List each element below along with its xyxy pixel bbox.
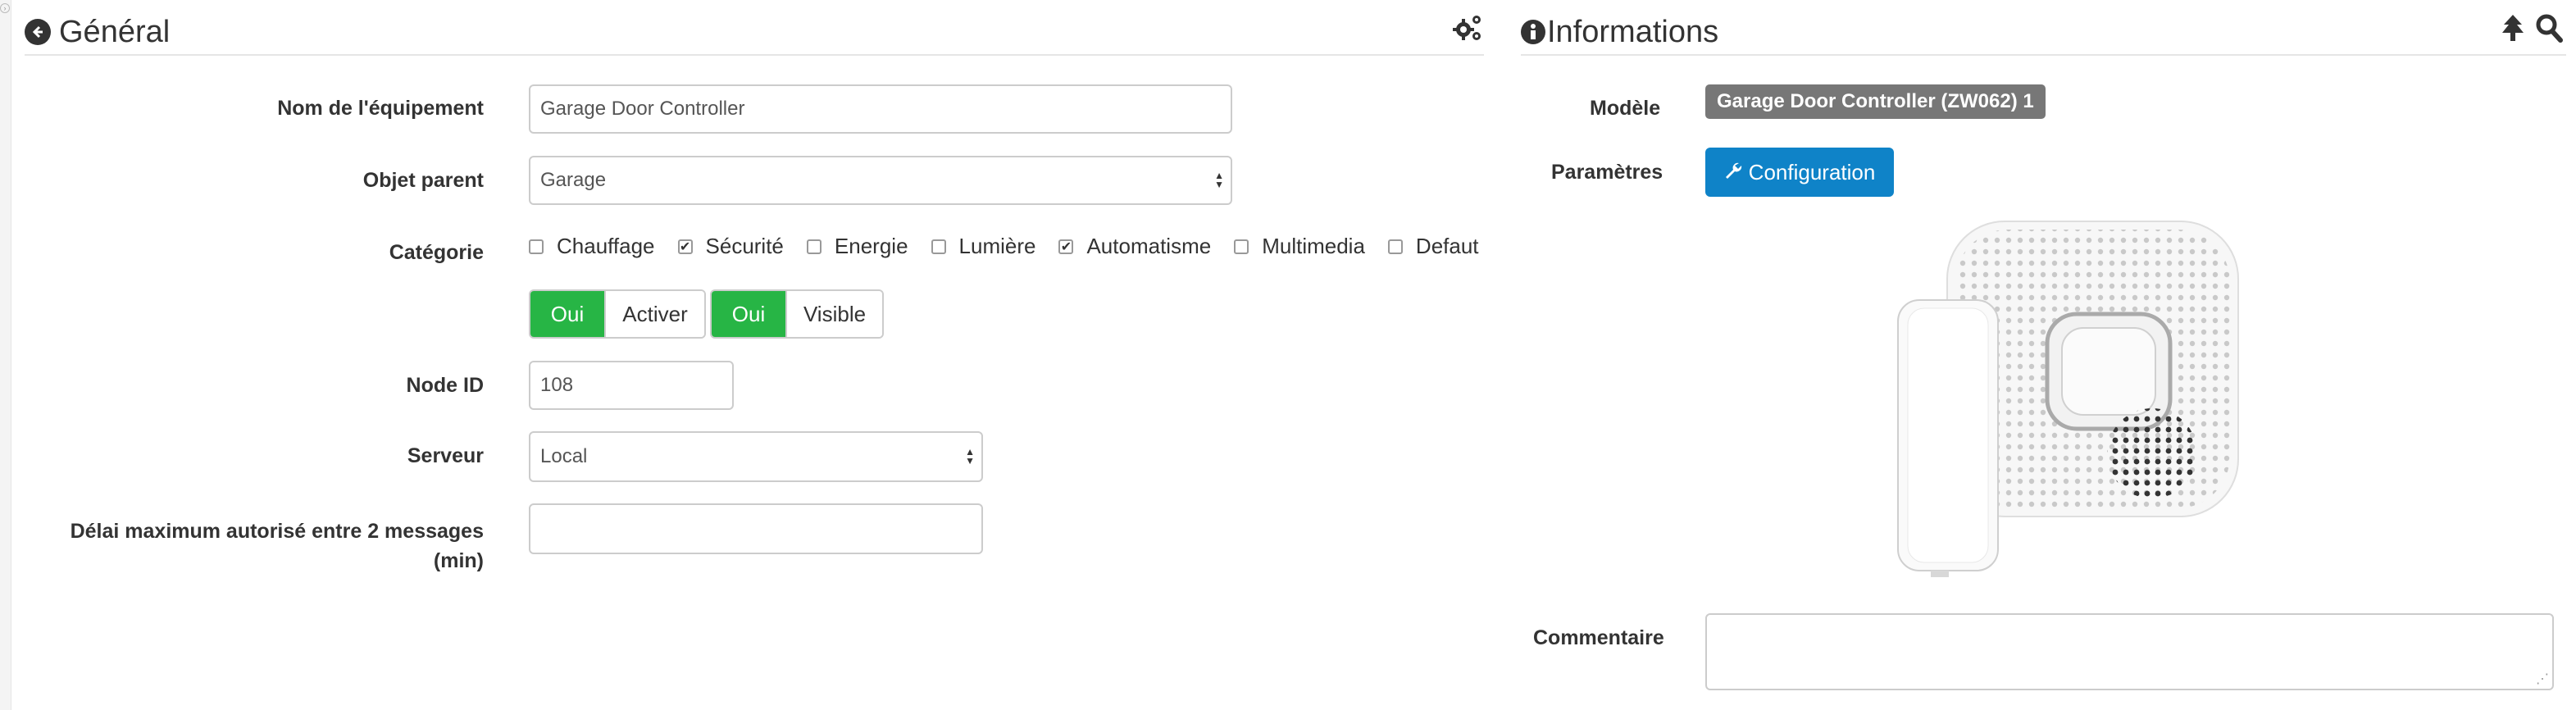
model-label: Modèle: [1590, 97, 1661, 120]
category-multimedia[interactable]: Multimedia: [1234, 234, 1365, 259]
model-badge: Garage Door Controller (ZW062) 1: [1705, 84, 2046, 119]
category-checkboxes: Chauffage ✔ Sécurité Energie Lumière ✔ A…: [529, 234, 1502, 259]
circle-arrow-left-icon[interactable]: [25, 19, 51, 45]
visible-toggle[interactable]: Oui Visible: [710, 289, 884, 339]
informations-title: Informations: [1547, 14, 1719, 49]
wrench-icon: [1724, 160, 1742, 185]
category-automatisme[interactable]: ✔ Automatisme: [1058, 234, 1211, 259]
checkbox-checked[interactable]: ✔: [677, 239, 693, 254]
server-select-value: Local: [540, 445, 588, 467]
category-energie[interactable]: Energie: [806, 234, 908, 259]
node-id-label: Node ID: [406, 374, 484, 397]
configuration-button[interactable]: Configuration: [1705, 148, 1894, 197]
general-panel: Général Nom de l'équipement Garage Door …: [25, 0, 1484, 710]
checkbox-checked[interactable]: ✔: [1058, 239, 1074, 254]
category-multimedia-label: Multimedia: [1262, 234, 1365, 258]
category-chauffage[interactable]: Chauffage: [529, 234, 655, 259]
delay-label: Délai maximum autorisé entre 2 messages …: [71, 517, 484, 576]
category-securite-label: Sécurité: [705, 234, 784, 258]
informations-legend: Informations: [1521, 10, 2566, 56]
device-image: [1865, 212, 2242, 593]
enable-yes-button[interactable]: Oui: [530, 291, 604, 337]
gears-icon[interactable]: [1451, 11, 1484, 48]
configuration-label: Configuration: [1748, 159, 1876, 184]
delay-label-line2: (min): [433, 549, 484, 572]
name-input-value: Garage Door Controller: [540, 98, 745, 120]
delay-input[interactable]: [529, 503, 983, 554]
name-input[interactable]: Garage Door Controller: [529, 84, 1232, 134]
checkbox[interactable]: [1387, 239, 1403, 254]
category-securite[interactable]: ✔ Sécurité: [677, 234, 784, 259]
delay-label-line1: Délai maximum autorisé entre 2 messages: [70, 520, 484, 543]
comment-textarea[interactable]: ⋰: [1705, 613, 2554, 690]
category-lumiere[interactable]: Lumière: [931, 234, 1036, 259]
category-energie-label: Energie: [834, 234, 908, 258]
visible-yes-button[interactable]: Oui: [712, 291, 785, 337]
left-edge-strip: ›: [0, 0, 11, 710]
checkbox[interactable]: [806, 239, 821, 254]
enable-label-button[interactable]: Activer: [604, 291, 704, 337]
parent-select-value: Garage: [540, 169, 607, 191]
enable-toggle[interactable]: Oui Activer: [529, 289, 706, 339]
general-legend: Général: [25, 10, 1484, 56]
checkbox[interactable]: [1234, 239, 1249, 254]
tree-icon[interactable]: [2501, 13, 2525, 47]
server-label: Serveur: [407, 444, 484, 467]
node-id-input[interactable]: 108: [529, 361, 734, 410]
expand-handle-icon[interactable]: ›: [0, 3, 10, 13]
category-lumiere-label: Lumière: [958, 234, 1036, 258]
comment-label: Commentaire: [1533, 626, 1664, 649]
search-icon[interactable]: [2535, 13, 2563, 47]
visible-label-button[interactable]: Visible: [785, 291, 882, 337]
resize-handle-icon[interactable]: ⋰: [2536, 671, 2549, 687]
category-chauffage-label: Chauffage: [557, 234, 655, 258]
parent-select[interactable]: Garage ▲ ▼: [529, 156, 1232, 205]
general-title: Général: [59, 14, 171, 49]
name-label: Nom de l'équipement: [277, 97, 484, 120]
info-circle-icon: [1521, 20, 1545, 44]
checkbox[interactable]: [529, 239, 544, 254]
category-label: Catégorie: [389, 241, 484, 264]
server-select[interactable]: Local ▲ ▼: [529, 431, 983, 482]
category-automatisme-label: Automatisme: [1086, 234, 1212, 258]
category-defaut-label: Defaut: [1415, 234, 1479, 258]
node-id-value: 108: [540, 374, 574, 396]
informations-panel: Informations Modèle Garage Door Controll…: [1521, 0, 2566, 710]
category-defaut[interactable]: Defaut: [1387, 234, 1479, 259]
select-arrows-icon: ▲ ▼: [965, 446, 975, 467]
parent-label: Objet parent: [362, 169, 484, 192]
select-arrows-icon: ▲ ▼: [1214, 170, 1224, 190]
params-label: Paramètres: [1551, 161, 1663, 184]
checkbox[interactable]: [931, 239, 946, 254]
